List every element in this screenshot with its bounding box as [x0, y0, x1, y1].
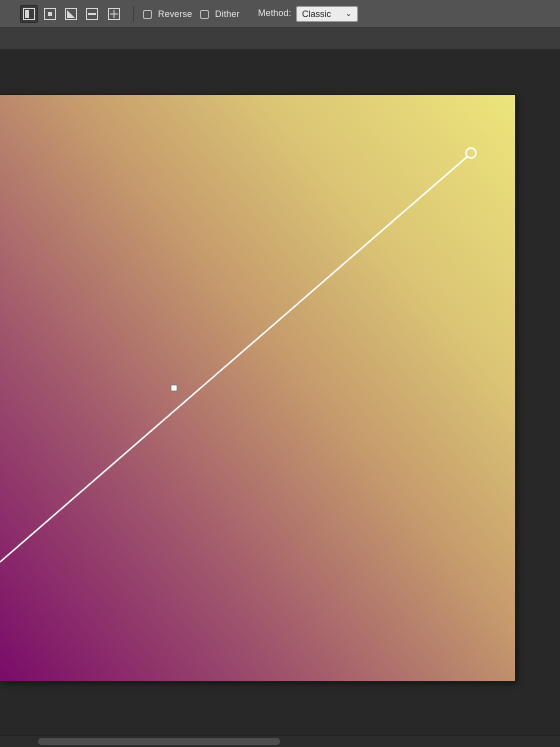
dither-label: Dither: [215, 9, 240, 19]
tool-options-bar: Reverse Dither Method: Classic ⌄: [0, 0, 560, 28]
dither-option[interactable]: Dither: [200, 7, 240, 21]
chevron-down-icon: ⌄: [345, 9, 352, 18]
scrollbar-thumb[interactable]: [38, 738, 280, 745]
reverse-checkbox[interactable]: [143, 9, 152, 19]
toolbar-divider: [133, 6, 134, 22]
reverse-label: Reverse: [158, 9, 193, 19]
method-label: Method:: [258, 8, 292, 18]
gradient-canvas[interactable]: [0, 95, 515, 681]
horizontal-scrollbar[interactable]: [0, 735, 560, 747]
gradient-midpoint-handle[interactable]: [170, 384, 178, 392]
diamond-gradient-icon[interactable]: [105, 5, 123, 23]
method-value: Classic: [302, 9, 332, 19]
angle-gradient-icon[interactable]: [62, 5, 80, 23]
linear-gradient-icon[interactable]: [20, 5, 38, 23]
reverse-option[interactable]: Reverse: [143, 7, 192, 21]
document-tab-bar: [0, 28, 560, 50]
radial-gradient-icon[interactable]: [41, 5, 59, 23]
method-dropdown[interactable]: Classic ⌄: [296, 6, 358, 22]
dither-checkbox[interactable]: [200, 9, 209, 19]
reflected-gradient-icon[interactable]: [83, 5, 101, 23]
